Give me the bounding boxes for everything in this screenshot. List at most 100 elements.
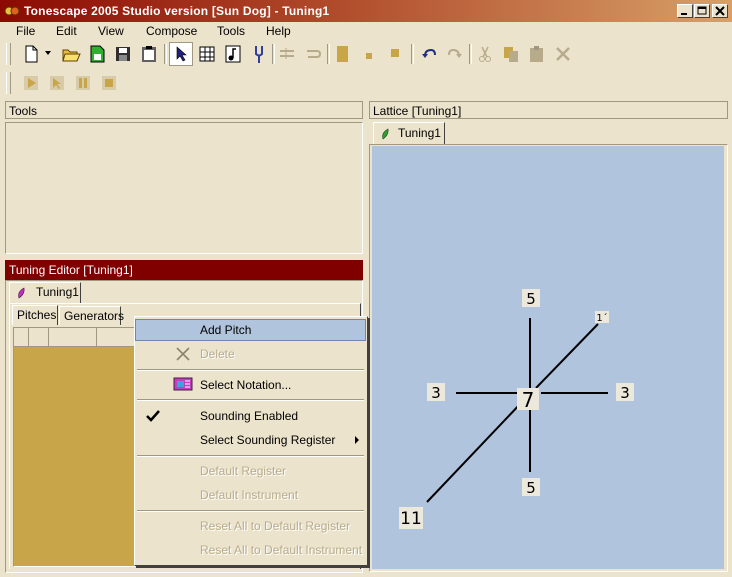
menu-tools[interactable]: Tools [217,24,245,38]
node-top[interactable]: 5 [522,289,540,308]
align-icon[interactable] [276,43,298,65]
node-bottom[interactable]: 5 [522,478,540,497]
undo-icon[interactable] [418,43,440,65]
lattice-panel-title: Lattice [Tuning1] [373,104,462,118]
save-green-icon[interactable] [86,43,108,65]
clipboard-icon[interactable] [138,43,160,65]
menu-separator [137,399,364,401]
node-lower-left[interactable]: 11 [399,507,423,529]
play-from-cursor-icon[interactable] [46,72,68,94]
tuning-editor-title: Tuning Editor [Tuning1] [9,263,133,277]
redo-icon[interactable] [444,43,466,65]
menu-item-reset-instrument-label: Reset All to Default Instrument [200,543,363,557]
toolbar-grip[interactable] [6,72,11,94]
delete-x-icon [176,347,190,361]
menu-separator [137,455,364,457]
pointer-tool-icon[interactable] [169,42,193,66]
stop-icon[interactable] [98,72,120,94]
maximize-icon [697,6,707,15]
menu-item-select-sounding-register[interactable]: Select Sounding Register [135,429,366,451]
play-icon[interactable] [20,72,42,94]
subtab-pitches[interactable]: Pitches [12,305,58,325]
tools-panel-title: Tools [9,104,38,118]
editor-tab-label: Tuning1 [36,285,79,299]
title-bar: Tonescape 2005 Studio version [Sun Dog] … [0,0,732,22]
save-disk-icon[interactable] [112,43,134,65]
tuning-fork-icon[interactable] [248,43,270,65]
node-right[interactable]: 3 [616,383,634,402]
cut-icon[interactable] [474,43,496,65]
new-document-icon[interactable] [20,43,42,65]
tuning-editor-header: Tuning Editor [Tuning1] [5,260,363,280]
menu-item-select-sounding-register-label: Select Sounding Register [200,433,336,447]
block-small-icon[interactable] [358,43,380,65]
menu-item-default-instrument-label: Default Instrument [200,488,299,502]
open-folder-icon[interactable] [60,43,82,65]
block-medium-icon[interactable] [384,43,406,65]
menu-item-delete-label: Delete [200,347,235,361]
menu-view[interactable]: View [98,24,124,38]
delete-x-icon[interactable] [552,43,574,65]
grid-tool-icon[interactable] [196,43,218,65]
menu-compose[interactable]: Compose [146,24,197,38]
subtab-generators-label: Generators [64,309,125,323]
lattice-panel-header: Lattice [Tuning1] [369,101,728,119]
close-icon [715,6,725,16]
node-center-label: 7 [522,388,535,412]
transport-toolbar [0,70,732,96]
note-tool-icon[interactable] [222,43,244,65]
menu-separator [137,369,364,371]
close-button[interactable] [712,4,728,18]
lattice-background [372,146,724,569]
node-top-label: 5 [526,290,536,308]
leaf-icon [18,287,25,299]
maximize-button[interactable] [694,4,710,18]
copy-icon[interactable] [500,43,522,65]
menu-item-add-pitch[interactable]: Add Pitch [135,319,366,341]
tools-panel-header: Tools [5,101,363,119]
menu-item-delete[interactable]: Delete [135,343,366,365]
menu-separator [137,510,364,512]
node-lower-left-label: 11 [400,509,422,529]
subtab-generators[interactable]: Generators [59,306,125,325]
menu-item-default-register-label: Default Register [200,464,287,478]
menu-item-add-pitch-label: Add Pitch [200,323,252,337]
pitch-grid-header [14,328,134,347]
menu-help[interactable]: Help [266,24,291,38]
menu-bar: File Edit View Compose Tools Help [0,22,732,40]
menu-file[interactable]: File [16,24,35,38]
node-center[interactable]: 7 [517,388,539,412]
menu-item-default-instrument[interactable]: Default Instrument [135,484,366,506]
tools-panel-body [5,122,363,254]
minimize-button[interactable] [677,4,693,18]
loop-icon[interactable] [302,43,324,65]
menu-item-reset-register[interactable]: Reset All to Default Register [135,515,366,537]
subtab-pitches-label: Pitches [17,308,57,322]
toolbar-separator [272,44,275,64]
notation-icon [173,377,193,391]
menu-item-default-register[interactable]: Default Register [135,460,366,482]
paste-icon[interactable] [526,43,548,65]
node-upper-right[interactable]: 1´ [595,311,609,324]
chevron-down-icon[interactable] [44,48,52,58]
app-icon [4,6,20,16]
block-large-icon[interactable] [332,43,354,65]
node-left[interactable]: 3 [427,383,445,402]
toolbar-grip[interactable] [6,43,11,65]
toolbar-separator [164,44,167,64]
checkmark-icon [146,410,160,422]
pitch-grid[interactable] [13,327,135,567]
main-toolbar [0,40,732,68]
lattice-canvas[interactable]: 5 1´ 3 7 3 5 11 [372,146,724,569]
menu-item-select-notation[interactable]: Select Notation... [135,374,366,396]
toolbar-separator [327,44,330,64]
context-menu: Add Pitch Delete Select Notation... Soun… [134,316,368,566]
lattice-tab-tuning1[interactable]: Tuning1 [373,122,445,144]
menu-item-reset-instrument[interactable]: Reset All to Default Instrument [135,539,366,561]
menu-edit[interactable]: Edit [56,24,77,38]
pause-icon[interactable] [72,72,94,94]
menu-item-sounding-enabled[interactable]: Sounding Enabled [135,405,366,427]
submenu-arrow-icon [355,436,359,444]
editor-tab-tuning1[interactable]: Tuning1 [9,282,81,303]
menu-item-sounding-enabled-label: Sounding Enabled [200,409,299,423]
